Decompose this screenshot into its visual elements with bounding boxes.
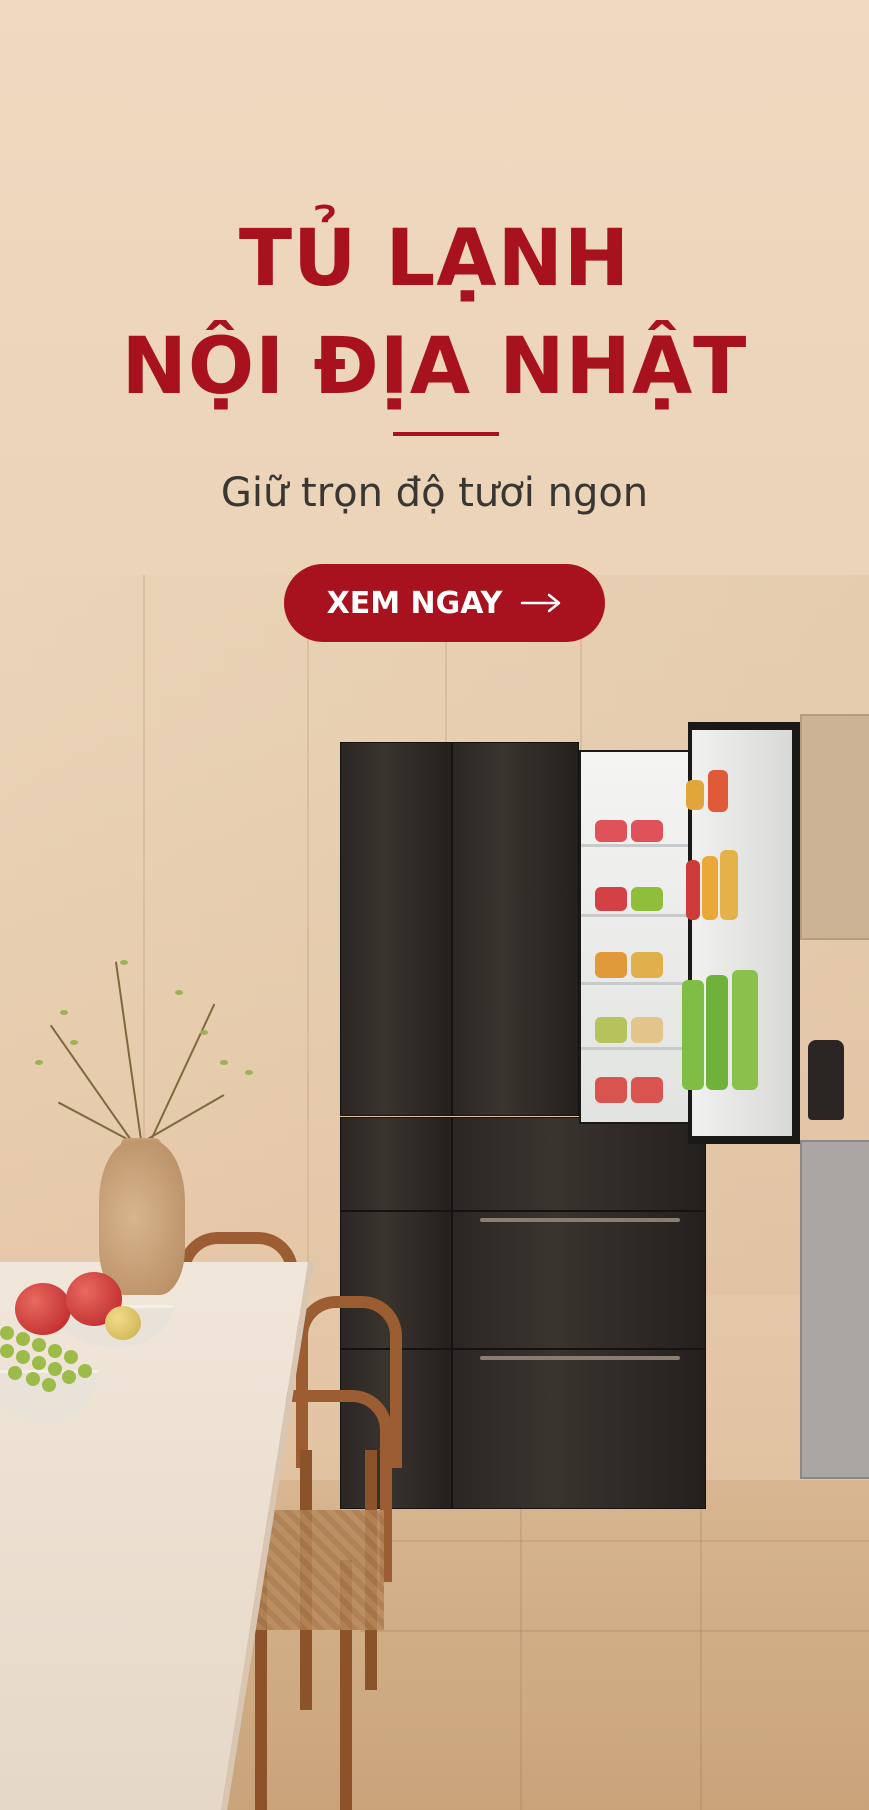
- fridge-interior: [579, 750, 693, 1124]
- food-container: [631, 952, 663, 978]
- food-container: [631, 820, 663, 842]
- headline-line-2: NỘI ĐỊA NHẬT: [121, 322, 748, 412]
- fridge-door-open: [682, 722, 800, 1144]
- food-container: [631, 1017, 663, 1043]
- drawer-handle: [480, 1218, 680, 1222]
- fridge-drawer: [452, 1349, 706, 1509]
- view-now-button[interactable]: XEM NGAY: [284, 564, 605, 642]
- arrow-right-icon: [520, 593, 562, 613]
- fridge-drawer: [452, 1117, 706, 1211]
- fridge-door-left: [340, 742, 452, 1116]
- food-container: [595, 820, 627, 842]
- food-container: [595, 1077, 627, 1103]
- kettle: [808, 1040, 844, 1120]
- headline-line-1: TỦ LẠNH: [238, 214, 631, 304]
- food-container: [631, 1077, 663, 1103]
- food-container: [631, 887, 663, 911]
- wall-oven: [800, 1140, 869, 1479]
- fridge-door-center: [452, 742, 579, 1116]
- vase: [99, 1140, 185, 1295]
- fridge-drawer: [452, 1211, 706, 1349]
- promo-banner: TỦ LẠNH NỘI ĐỊA NHẬT Giữ trọn độ tươi ng…: [0, 0, 869, 1810]
- wall-panel-seam: [307, 575, 309, 1295]
- banner-headline: TỦ LẠNH NỘI ĐỊA NHẬT: [0, 205, 869, 421]
- food-container: [595, 952, 627, 978]
- apple: [15, 1283, 71, 1335]
- view-now-label: XEM NGAY: [326, 585, 503, 621]
- fridge-drawer: [340, 1117, 452, 1211]
- pear: [105, 1306, 141, 1340]
- headline-divider: [393, 432, 499, 436]
- drawer-handle: [480, 1356, 680, 1360]
- banner-subtitle: Giữ trọn độ tươi ngon: [220, 470, 649, 516]
- food-container: [595, 1017, 627, 1043]
- food-container: [595, 887, 627, 911]
- upper-cabinet: [800, 714, 869, 940]
